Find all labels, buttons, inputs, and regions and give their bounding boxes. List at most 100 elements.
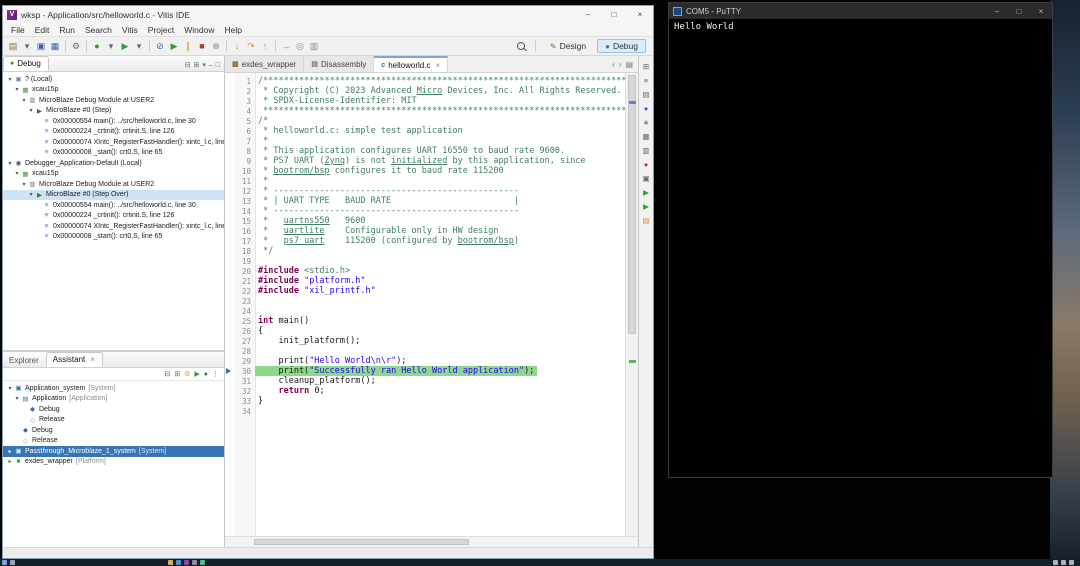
tree-item-xcau15p[interactable]: ▾▦xcau15p [3, 169, 224, 180]
minimize-panel-icon[interactable]: – [209, 62, 213, 69]
build-icon[interactable]: ⚙ [69, 39, 83, 53]
resume-icon[interactable]: ▶ [167, 39, 181, 53]
panel-menu-icon[interactable]: ⋮ [212, 370, 219, 378]
pin-icon[interactable]: ◎ [293, 39, 307, 53]
tree-item-debug[interactable]: ◆Debug [3, 404, 224, 415]
tree-item-0x00000224-crtinit-crtinit-s-line-126[interactable]: ≡0x00000224 _crtinit(): crtinit.S, line … [3, 127, 224, 138]
tray-icon-1[interactable] [1053, 560, 1058, 565]
expand-all-icon[interactable]: ⊞ [193, 61, 199, 69]
new-wizard-icon[interactable]: ▤ [6, 39, 20, 53]
window-close-button[interactable]: × [627, 6, 653, 23]
menu-help[interactable]: Help [220, 24, 247, 36]
taskbar-app-terminal[interactable] [192, 560, 197, 565]
menu-window[interactable]: Window [179, 24, 219, 36]
code-text-highlighted[interactable]: print("Successfully ran Hello World appl… [255, 366, 537, 376]
tree-item-0x00000008-start-crt0-s-line-65[interactable]: ≡0x00000008 _start(): crt0.S, line 65 [3, 232, 224, 243]
tree-item-0x00000554-main-src-helloworld-c-line-30[interactable]: ≡0x00000554 main(): ../src/helloworld.c,… [3, 116, 224, 127]
dropdown-icon[interactable]: ▾ [132, 39, 146, 53]
expander-arrow-icon[interactable]: ▾ [13, 170, 21, 177]
code-editor[interactable]: 1/**************************************… [225, 73, 625, 536]
window-minimize-button[interactable]: – [575, 6, 601, 23]
expander-arrow-icon[interactable]: ▸ [6, 458, 14, 465]
registers-view-icon[interactable]: ▦ [641, 131, 652, 141]
putty-close-button[interactable]: × [1030, 3, 1052, 19]
outline-view-icon[interactable]: ≡ [641, 75, 652, 85]
tree-item-passthrough-microblaze-1-system[interactable]: ▸▣Passthrough_Microblaze_1_system[System… [3, 446, 224, 457]
memory-icon[interactable]: ▥ [307, 39, 321, 53]
taskbar-app-vitis[interactable] [184, 560, 189, 565]
tree-item-application-system[interactable]: ▾▣Application_system[System] [3, 383, 224, 394]
tab-assistant[interactable]: Assistant × [46, 352, 103, 367]
tree-item-0x00000224-crtinit-crtinit-s-line-126[interactable]: ≡0x00000224 _crtinit(): crtinit.S, line … [3, 211, 224, 222]
variables-view-icon[interactable]: ▤ [641, 89, 652, 99]
step-over-icon[interactable]: ↷ [244, 39, 258, 53]
code-text[interactable]: * Copyright (C) 2023 Advanced Micro Devi… [255, 86, 624, 96]
putty-titlebar[interactable]: COM5 - PuTTY – □ × [669, 3, 1052, 19]
tree-item-debugger-application-default-local-[interactable]: ▾◉Debugger_Application-Default (Local) [3, 158, 224, 169]
collapse-all-icon[interactable]: ⊟ [185, 61, 191, 69]
putty-minimize-button[interactable]: – [986, 3, 1008, 19]
dropdown-icon[interactable]: ▾ [20, 39, 34, 53]
expander-arrow-icon[interactable]: ▸ [6, 448, 14, 455]
expander-arrow-icon[interactable]: ▾ [20, 181, 28, 188]
code-text[interactable]: #include <stdio.h> [255, 266, 353, 276]
tree-item-microblaze-0-step-over-[interactable]: ▾▶MicroBlaze #0 (Step Over) [3, 190, 224, 201]
debug-launch-icon[interactable]: ● [90, 39, 104, 53]
code-text[interactable]: return 0; [255, 386, 328, 396]
tree-item-xcau15p[interactable]: ▾▦xcau15p [3, 85, 224, 96]
tree-item-0x00000074-xintc-registerfasthandler-xin[interactable]: ≡0x00000074 XIntc_RegisterFastHandler():… [3, 137, 224, 148]
skip-breakpoints-icon[interactable]: ⊘ [153, 39, 167, 53]
close-tab-icon[interactable]: × [435, 61, 440, 70]
breakpoints-view-icon[interactable]: ● [641, 103, 652, 113]
terminal-view-icon[interactable]: ▶ [641, 187, 652, 197]
code-text[interactable]: ****************************************… [255, 106, 625, 116]
vertical-scrollbar-thumb[interactable] [628, 75, 636, 334]
code-text[interactable]: #include "platform.h" [255, 276, 369, 286]
code-text[interactable]: init_platform(); [255, 336, 363, 346]
expander-arrow-icon[interactable]: ▾ [13, 86, 21, 93]
code-text[interactable]: int main() [255, 316, 312, 326]
taskbar-app-explorer[interactable] [168, 560, 173, 565]
code-text[interactable]: * PS7 UART (Zynq) is not initialized by … [255, 156, 589, 166]
restore-panel-icon[interactable]: ⊞ [641, 61, 652, 71]
console-view-icon[interactable]: ▣ [641, 173, 652, 183]
code-text[interactable]: cleanup_platform(); [255, 376, 379, 386]
tree-item-0x00000008-start-crt0-s-line-65[interactable]: ≡0x00000008 _start(): crt0.S, line 65 [3, 148, 224, 159]
horizontal-scrollbar[interactable] [225, 536, 638, 547]
putty-window[interactable]: COM5 - PuTTY – □ × Hello World [668, 2, 1053, 478]
log-view-icon[interactable]: ▤ [641, 215, 652, 225]
tray-icon-2[interactable] [1061, 560, 1066, 565]
perspective-debug-button[interactable]: ● Debug [597, 39, 646, 53]
maximize-panel-icon[interactable]: □ [216, 62, 220, 69]
code-text[interactable]: print("Hello World\n\r"); [255, 356, 409, 366]
code-text[interactable]: * --------------------------------------… [255, 206, 522, 216]
memory-view-icon[interactable]: ▥ [641, 145, 652, 155]
save-icon[interactable]: ▣ [34, 39, 48, 53]
expander-arrow-icon[interactable]: ▾ [27, 191, 35, 198]
expander-arrow-icon[interactable]: ▾ [6, 385, 14, 392]
code-text[interactable]: #include "xil_printf.h" [255, 286, 379, 296]
code-text[interactable]: * --------------------------------------… [255, 186, 522, 196]
start-button[interactable] [2, 560, 7, 565]
vertical-scrollbar[interactable] [625, 73, 638, 536]
code-text[interactable]: * bootrom/bsp configures it to baud rate… [255, 166, 507, 176]
code-text[interactable]: /* [255, 116, 271, 126]
menu-search[interactable]: Search [80, 24, 117, 36]
tree-item-release[interactable]: ◇Release [3, 436, 224, 447]
tree-item-microblaze-debug-module-at-user2[interactable]: ▾▥MicroBlaze Debug Module at USER2 [3, 179, 224, 190]
step-into-icon[interactable]: ↓ [230, 39, 244, 53]
code-text[interactable]: * uartns550 9600 [255, 216, 368, 226]
run-launch-icon[interactable]: ▶ [118, 39, 132, 53]
perspective-design-button[interactable]: ✎ Design [542, 39, 594, 53]
tree-item-microblaze-0-step-[interactable]: ▾▶MicroBlaze #0 (Step) [3, 106, 224, 117]
expander-arrow-icon[interactable]: ▾ [13, 395, 21, 402]
editor-tab-helloworld-c[interactable]: chelloworld.c× [374, 56, 448, 72]
tree-item-application[interactable]: ▾▤Application[Application] [3, 394, 224, 405]
tree-item-exdes-wrapper[interactable]: ▸■exdes_wrapper[Platform] [3, 457, 224, 468]
editor-tab-exdes-wrapper[interactable]: ▦exdes_wrapper [225, 56, 304, 72]
menu-vitis[interactable]: Vitis [117, 24, 143, 36]
overview-mark-blue[interactable] [629, 101, 636, 104]
tab-scroll-left-icon[interactable]: ‹ [612, 60, 615, 69]
taskbar-search-icon[interactable] [10, 560, 15, 565]
disconnect-icon[interactable]: ⊗ [209, 39, 223, 53]
